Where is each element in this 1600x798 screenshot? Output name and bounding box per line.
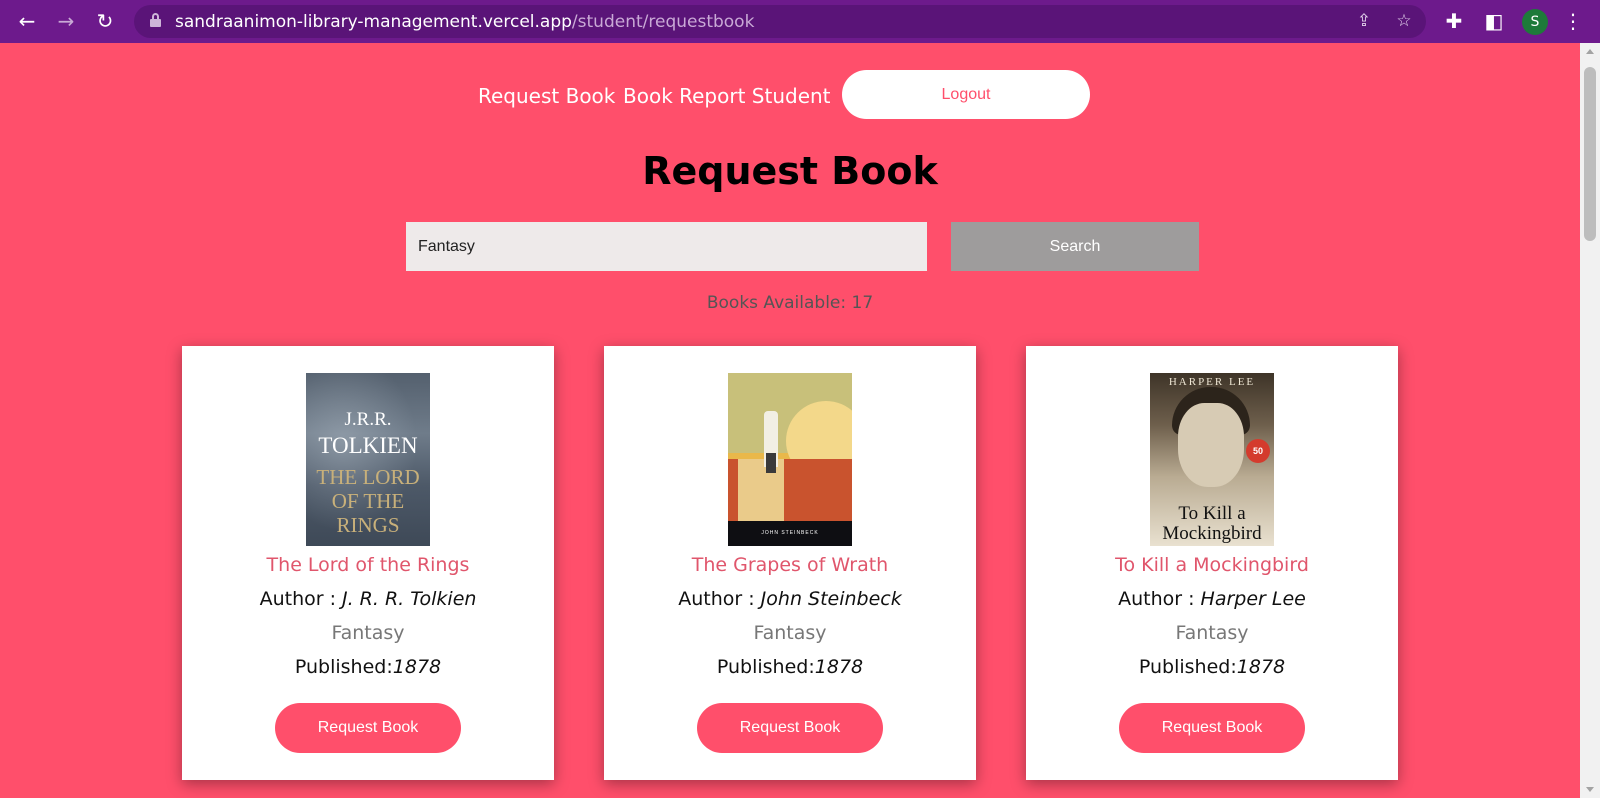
scroll-down-icon[interactable] xyxy=(1586,787,1594,792)
published-label: Published: xyxy=(294,656,393,678)
back-arrow-icon[interactable]: ← xyxy=(14,8,40,34)
logout-button[interactable]: Logout xyxy=(842,70,1090,119)
more-icon[interactable]: ⋮ xyxy=(1560,8,1586,34)
search-button[interactable]: Search xyxy=(951,222,1199,271)
search-input[interactable] xyxy=(406,222,927,271)
star-icon[interactable]: ☆ xyxy=(1392,9,1416,33)
avatar[interactable]: S xyxy=(1522,9,1548,35)
book-genre: Fantasy xyxy=(753,622,827,644)
book-title[interactable]: The Grapes of Wrath xyxy=(604,554,976,576)
side-panel-icon[interactable]: ◧ xyxy=(1481,8,1507,34)
request-book-button[interactable]: Request Book xyxy=(697,703,883,753)
book-author: Author : John Steinbeck xyxy=(604,588,976,610)
author-name: J. R. R. Tolkien xyxy=(342,588,477,610)
book-cover-image: HARPER LEE 50 To Kill a Mockingbird xyxy=(1150,373,1274,546)
cover-text: TOLKIEN xyxy=(318,433,418,458)
url-host: sandraanimon-library-management.vercel.a… xyxy=(175,12,572,32)
book-title[interactable]: To Kill a Mockingbird xyxy=(1026,554,1398,576)
author-name: John Steinbeck xyxy=(760,588,902,610)
url-path: /student/requestbook xyxy=(571,12,755,32)
book-genre: Fantasy xyxy=(331,622,405,644)
book-published: Published:1878 xyxy=(182,656,554,678)
published-year: 1878 xyxy=(814,656,864,678)
book-author: Author : Harper Lee xyxy=(1026,588,1398,610)
book-title[interactable]: The Lord of the Rings xyxy=(182,554,554,576)
book-published: Published:1878 xyxy=(604,656,976,678)
nav-book-report-student[interactable]: Book Report Student xyxy=(623,84,831,108)
cover-text: HARPER LEE xyxy=(1168,376,1256,388)
book-cover-image: JOHN STEINBECK xyxy=(728,373,852,546)
url-text[interactable]: sandraanimon-library-management.vercel.a… xyxy=(175,12,754,32)
page-title: Request Book xyxy=(642,149,938,193)
book-published: Published:1878 xyxy=(1026,656,1398,678)
reload-icon[interactable]: ↻ xyxy=(92,8,118,34)
book-card: JOHN STEINBECK The Grapes of Wrath Autho… xyxy=(604,346,976,780)
book-genre: Fantasy xyxy=(1175,622,1249,644)
request-book-button[interactable]: Request Book xyxy=(1119,703,1305,753)
published-year: 1878 xyxy=(1236,656,1286,678)
author-label: Author : xyxy=(259,588,336,610)
books-available-count: Books Available: 17 xyxy=(706,293,874,313)
book-author: Author : J. R. R. Tolkien xyxy=(182,588,554,610)
author-label: Author : xyxy=(1118,588,1195,610)
cover-text: J.R.R. xyxy=(344,409,392,430)
author-label: Author : xyxy=(678,588,755,610)
address-bar[interactable]: sandraanimon-library-management.vercel.a… xyxy=(134,5,1426,38)
book-cover-image: J.R.R. TOLKIEN THE LORD OF THE RINGS xyxy=(306,373,430,546)
book-card: HARPER LEE 50 To Kill a Mockingbird To K… xyxy=(1026,346,1398,780)
page-scrollbar[interactable] xyxy=(1580,43,1600,798)
request-book-button[interactable]: Request Book xyxy=(275,703,461,753)
published-label: Published: xyxy=(716,656,815,678)
cover-text: THE LORD OF THE RINGS xyxy=(316,465,420,537)
published-year: 1878 xyxy=(392,656,442,678)
scroll-up-icon[interactable] xyxy=(1586,49,1594,54)
puzzle-icon[interactable]: ✚ xyxy=(1441,8,1467,34)
page-content: Request Book Book Report Student Logout … xyxy=(0,43,1580,798)
lock-icon[interactable] xyxy=(150,13,161,27)
nav-request-book[interactable]: Request Book xyxy=(478,84,615,108)
author-name: Harper Lee xyxy=(1200,588,1306,610)
forward-arrow-icon[interactable]: → xyxy=(53,8,79,34)
scrollbar-thumb[interactable] xyxy=(1584,67,1596,241)
book-card: J.R.R. TOLKIEN THE LORD OF THE RINGS The… xyxy=(182,346,554,780)
published-label: Published: xyxy=(1138,656,1237,678)
share-icon[interactable]: ⇪ xyxy=(1352,9,1376,33)
cover-text: To Kill a Mockingbird xyxy=(1162,503,1262,544)
cover-text: JOHN STEINBECK xyxy=(761,530,819,536)
cover-badge: 50 xyxy=(1246,439,1270,463)
browser-toolbar: ← → ↻ sandraanimon-library-management.ve… xyxy=(0,0,1600,43)
